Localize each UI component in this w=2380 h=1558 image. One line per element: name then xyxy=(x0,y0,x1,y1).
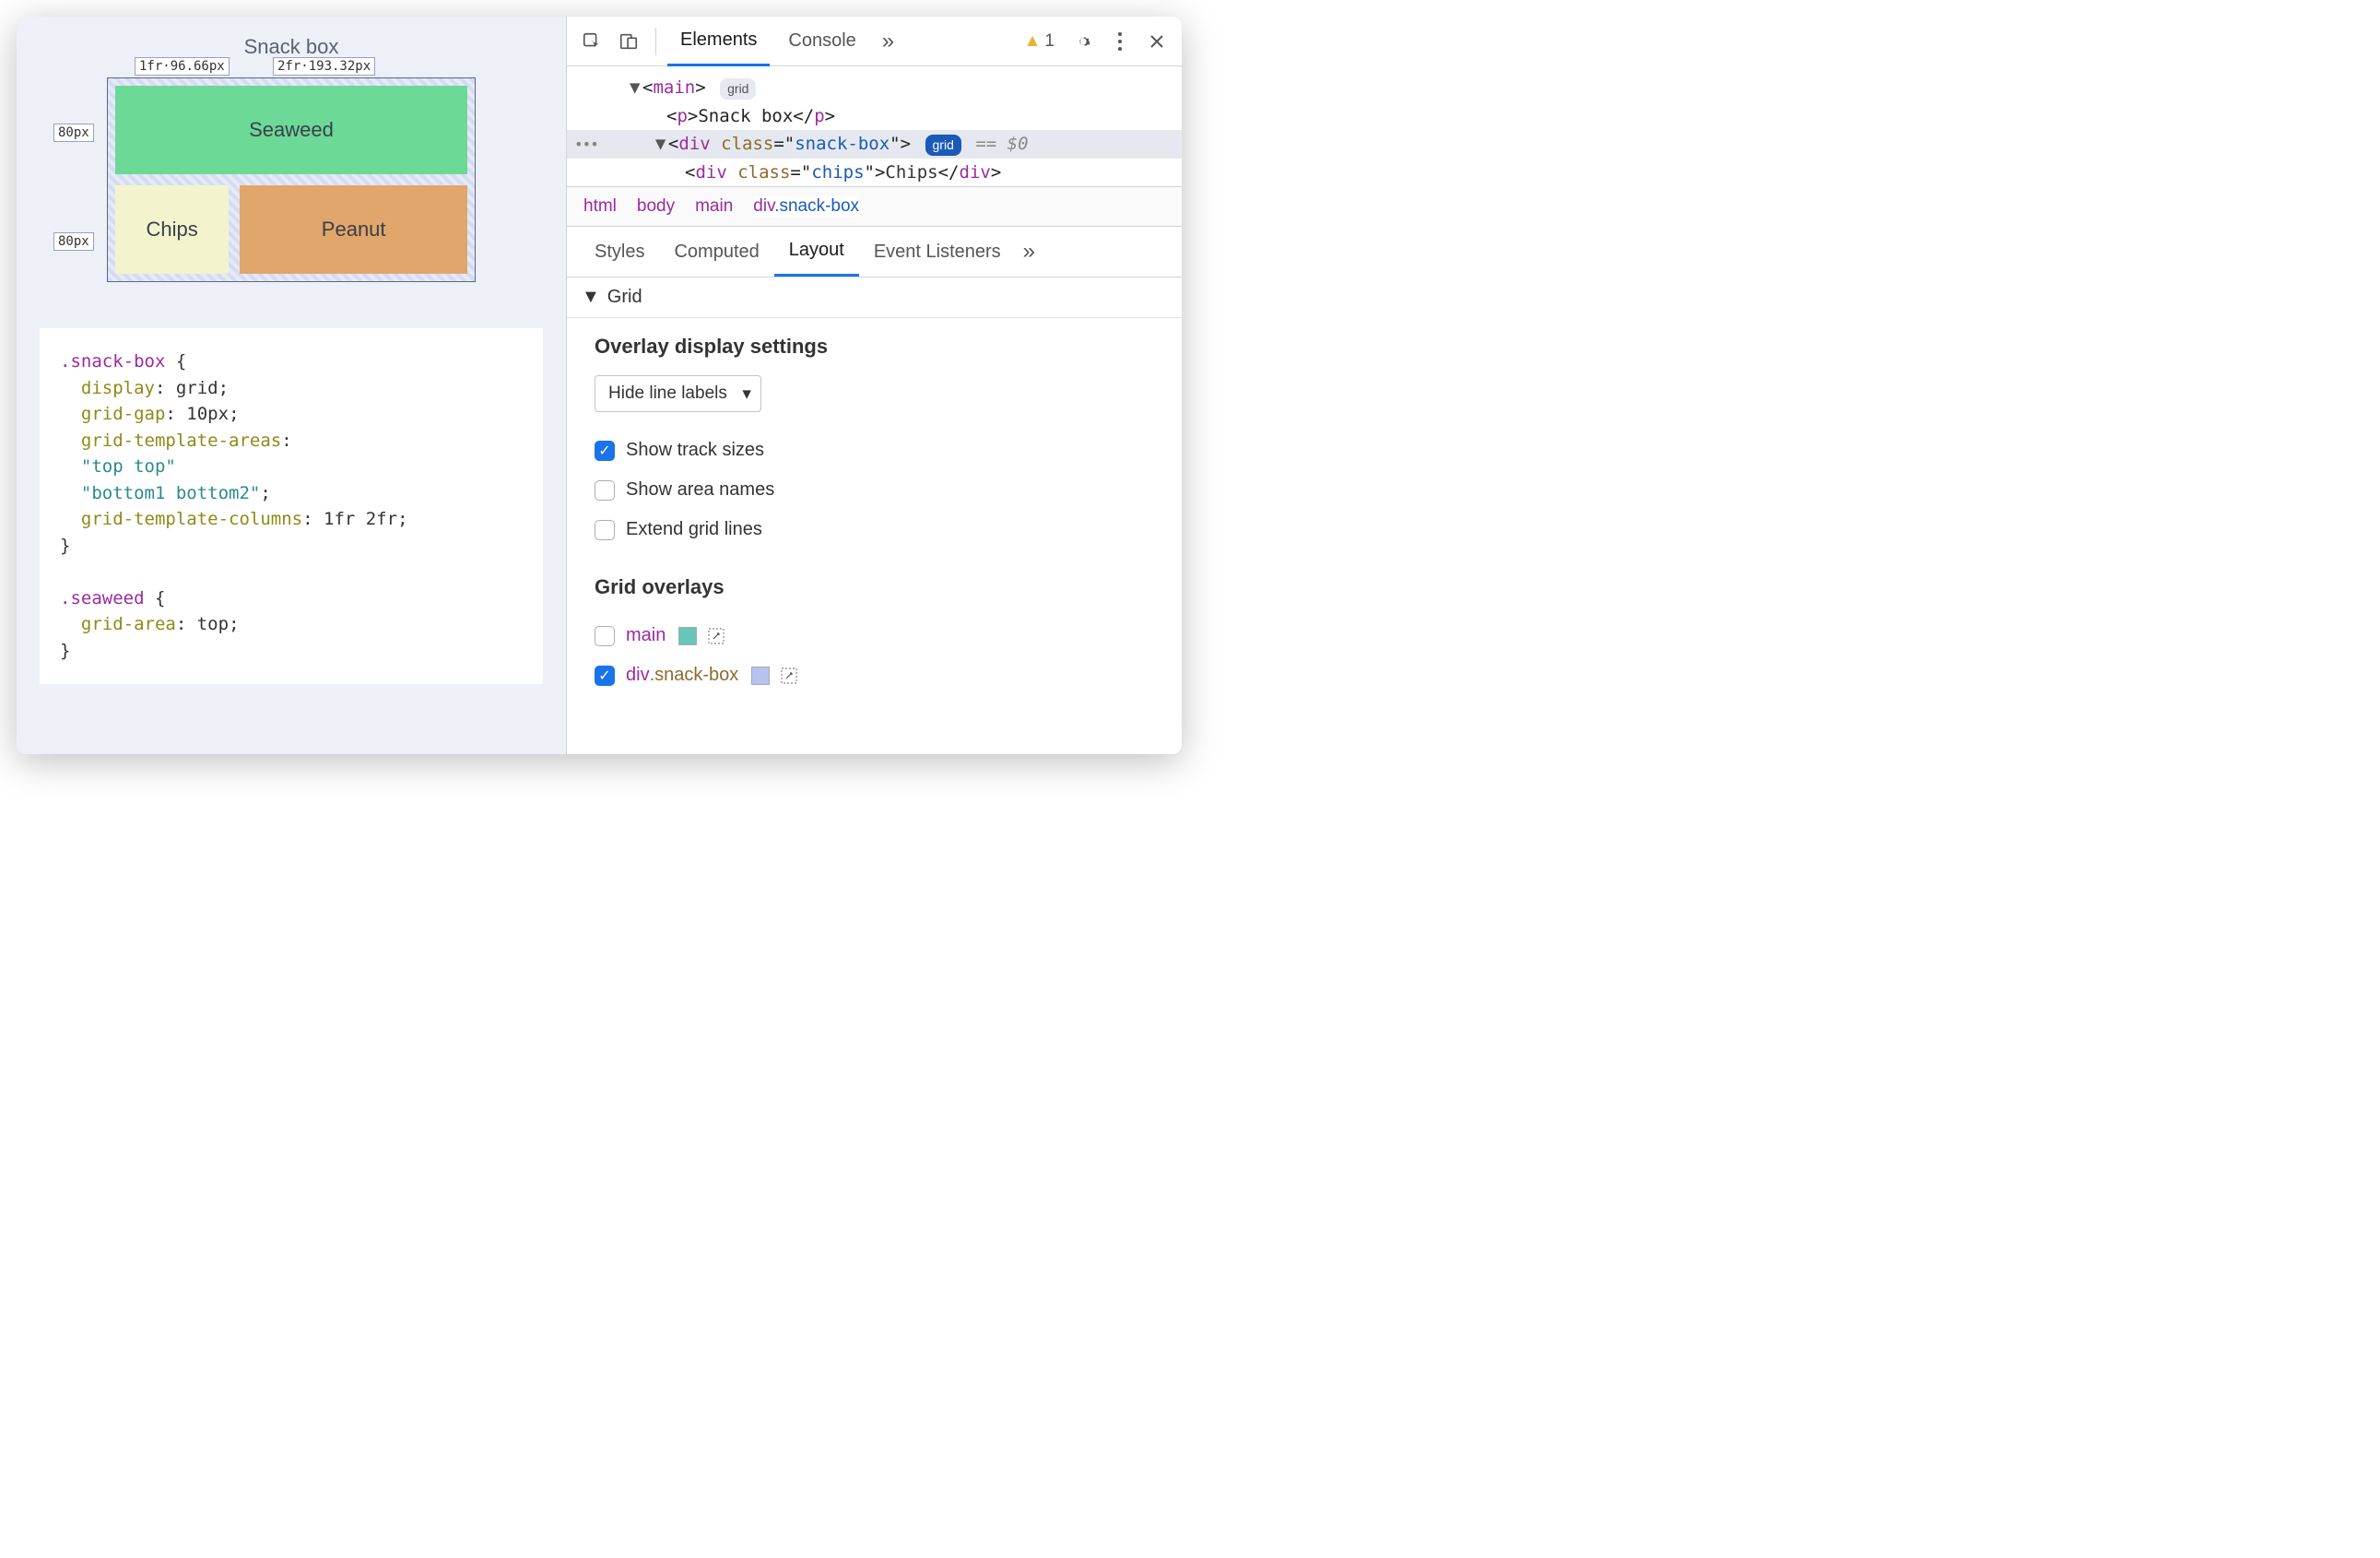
device-toggle-icon[interactable] xyxy=(613,26,644,57)
dom-node-chips[interactable]: <div class="chips">Chips</div> xyxy=(567,159,1182,187)
grid-cell-seaweed[interactable]: Seaweed xyxy=(115,86,467,174)
breadcrumb-item-current[interactable]: div.snack-box xyxy=(753,196,859,217)
devtools-toolbar: Elements Console » ▲ 1 xyxy=(567,17,1182,66)
dom-node-p[interactable]: <p>Snack box</p> xyxy=(567,102,1182,131)
tabs-overflow-icon[interactable]: » xyxy=(875,29,901,54)
subtabs-overflow-icon[interactable]: » xyxy=(1016,239,1043,265)
tab-elements[interactable]: Elements xyxy=(667,17,770,66)
layout-panel: ▼ Grid Overlay display settings Hide lin… xyxy=(567,277,1182,754)
overlay-item-snackbox[interactable]: ✓ div.snack-box xyxy=(595,655,1154,695)
checkbox-icon[interactable] xyxy=(595,520,615,540)
warning-counter[interactable]: ▲ 1 xyxy=(1024,31,1055,52)
dom-node-snackbox[interactable]: •••▼<div class="snack-box"> grid == $0 xyxy=(567,130,1182,159)
grid-cell-chips[interactable]: Chips xyxy=(115,185,229,274)
overlay-settings-title: Overlay display settings xyxy=(595,335,1154,359)
checkbox-icon[interactable] xyxy=(595,480,615,501)
track-label-col1: 1fr·96.66px xyxy=(135,57,230,76)
toolbar-separator xyxy=(655,28,656,55)
grid-badge-active[interactable]: grid xyxy=(925,135,961,156)
breadcrumb-item[interactable]: body xyxy=(637,196,675,217)
close-icon[interactable] xyxy=(1141,26,1172,57)
overlay-item-main[interactable]: main xyxy=(595,616,1154,655)
check-show-track-sizes[interactable]: ✓ Show track sizes xyxy=(595,431,1154,470)
checkbox-icon[interactable] xyxy=(595,626,615,646)
check-extend-grid-lines[interactable]: Extend grid lines xyxy=(595,510,1154,549)
subtab-event-listeners[interactable]: Event Listeners xyxy=(859,229,1016,276)
dom-tree[interactable]: ▼<main> grid <p>Snack box</p> •••▼<div c… xyxy=(567,66,1182,186)
page-viewport: Snack box 1fr·96.66px 2fr·193.32px 80px … xyxy=(17,17,566,754)
breadcrumb-item[interactable]: main xyxy=(695,196,733,217)
page-title: Snack box xyxy=(26,35,557,59)
grid-section-header[interactable]: ▼ Grid xyxy=(567,277,1182,318)
chevron-down-icon: ▼ xyxy=(582,287,600,308)
grid-overlay-wrap: 1fr·96.66px 2fr·193.32px 80px 80px Seawe… xyxy=(107,77,476,282)
more-actions-icon[interactable]: ••• xyxy=(574,136,604,153)
subtab-styles[interactable]: Styles xyxy=(580,229,659,276)
track-label-row2: 80px xyxy=(53,232,94,251)
warning-icon: ▲ xyxy=(1024,31,1042,52)
styles-subtabs: Styles Computed Layout Event Listeners » xyxy=(567,227,1182,277)
snack-box-grid[interactable]: Seaweed Chips Peanut xyxy=(107,77,476,282)
track-label-col2: 2fr·193.32px xyxy=(273,57,375,76)
highlight-element-icon[interactable] xyxy=(779,666,799,686)
warning-count: 1 xyxy=(1044,31,1055,52)
color-swatch[interactable] xyxy=(678,627,697,645)
grid-overlays-title: Grid overlays xyxy=(595,575,1154,599)
tab-console[interactable]: Console xyxy=(775,17,868,66)
kebab-menu-icon[interactable] xyxy=(1104,26,1136,57)
devtools-panel: Elements Console » ▲ 1 ▼<main> grid xyxy=(566,17,1182,754)
dollar-zero: == $0 xyxy=(975,134,1028,154)
breadcrumb-item[interactable]: html xyxy=(583,196,617,217)
dom-node-main[interactable]: ▼<main> grid xyxy=(567,74,1182,102)
line-labels-select[interactable]: Hide line labels xyxy=(595,375,761,412)
subtab-computed[interactable]: Computed xyxy=(659,229,773,276)
color-swatch[interactable] xyxy=(751,667,770,685)
breadcrumb: html body main div.snack-box xyxy=(567,186,1182,227)
subtab-layout[interactable]: Layout xyxy=(774,227,859,277)
track-label-row1: 80px xyxy=(53,124,94,142)
grid-cell-peanut[interactable]: Peanut xyxy=(240,185,467,274)
css-code-preview: .snack-box { display: grid; grid-gap: 10… xyxy=(40,328,543,684)
check-show-area-names[interactable]: Show area names xyxy=(595,470,1154,510)
checkbox-icon[interactable]: ✓ xyxy=(595,666,615,686)
gear-icon[interactable] xyxy=(1067,26,1099,57)
devtools-window: Snack box 1fr·96.66px 2fr·193.32px 80px … xyxy=(17,17,1182,754)
highlight-element-icon[interactable] xyxy=(706,626,726,646)
checkbox-icon[interactable]: ✓ xyxy=(595,441,615,461)
grid-section-title: Grid xyxy=(607,287,642,308)
grid-badge[interactable]: grid xyxy=(720,78,756,100)
inspect-icon[interactable] xyxy=(576,26,607,57)
